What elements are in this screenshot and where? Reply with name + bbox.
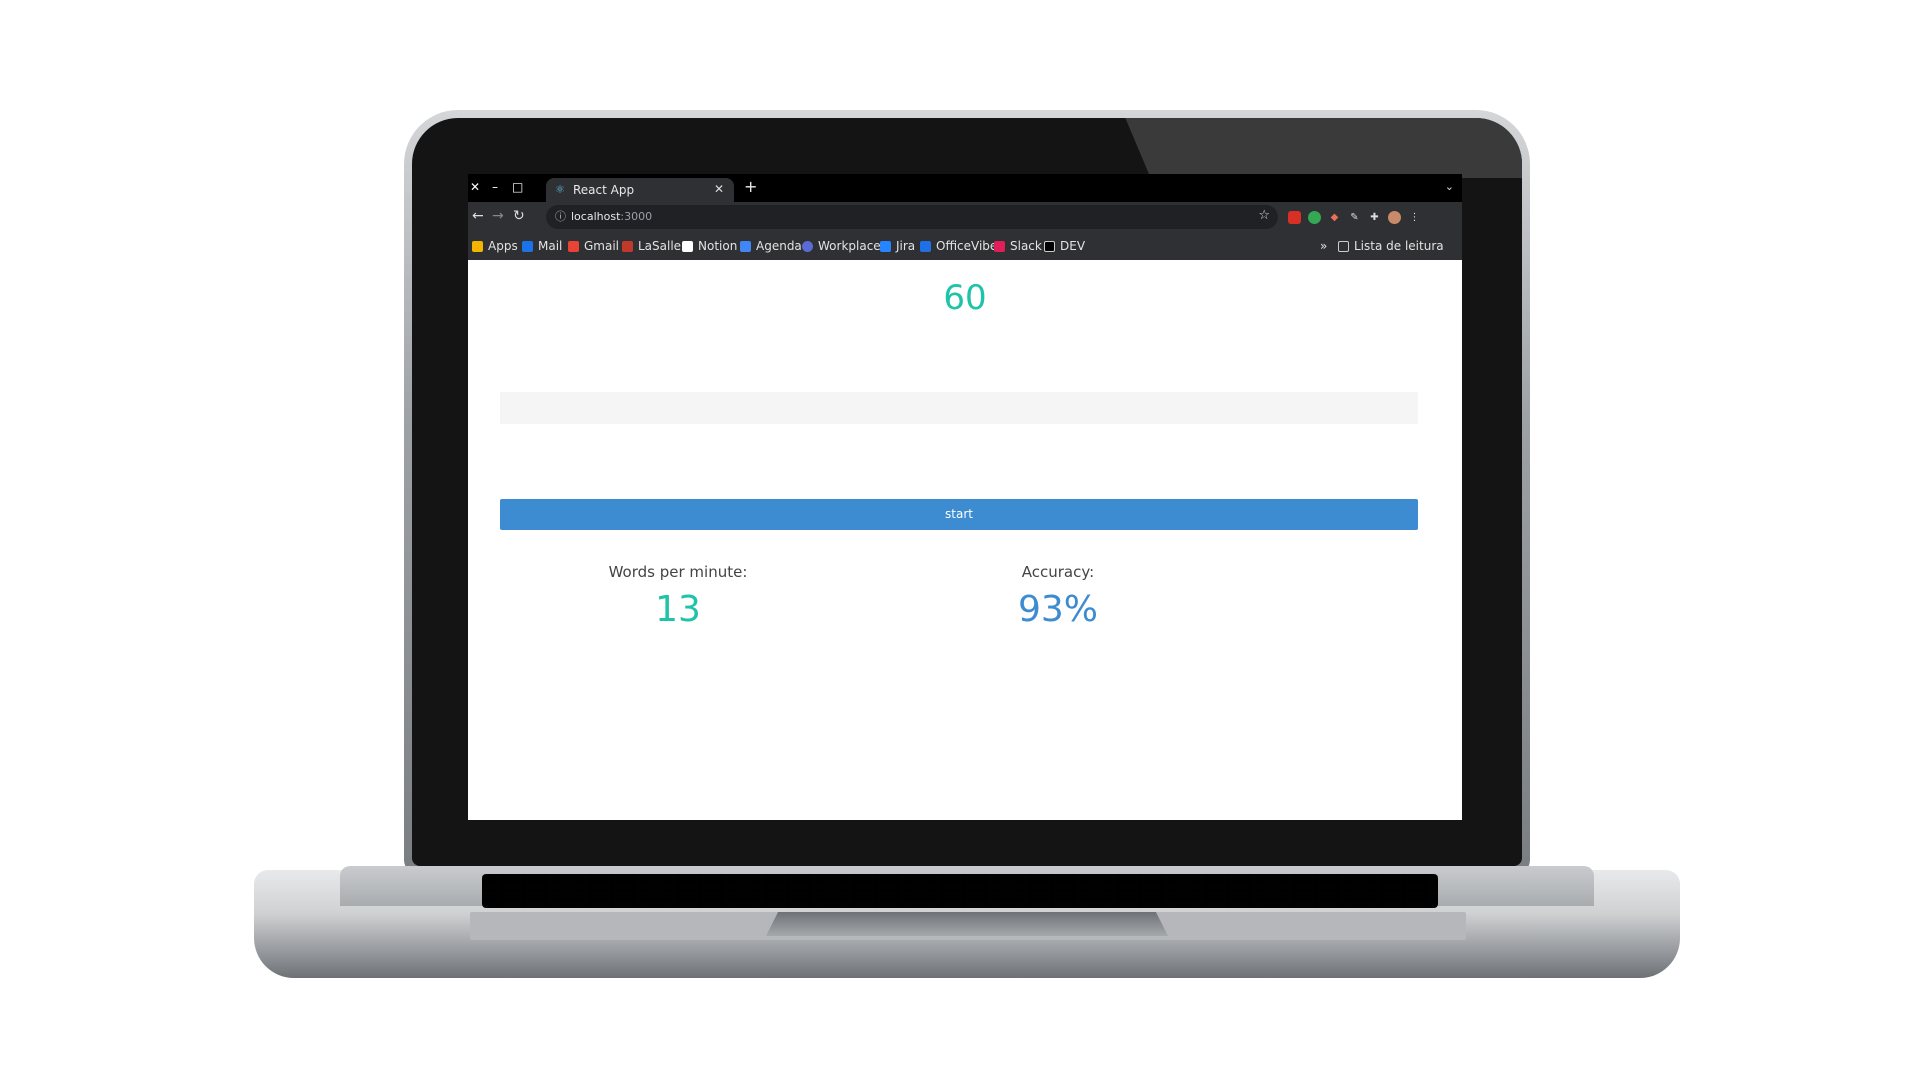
extension-arrow-icon[interactable]: ◆ xyxy=(1328,211,1341,224)
react-logo-icon: ⚛ xyxy=(555,183,565,196)
star-icon[interactable]: ☆ xyxy=(1258,208,1270,224)
chevron-down-icon[interactable]: ⌄ xyxy=(1445,178,1454,196)
title-bar: ✕ – □ ⚛ React App ✕ + ⌄ xyxy=(468,174,1462,202)
bookmark-lasalle[interactable]: LaSalle xyxy=(622,238,681,254)
bookmark-label: Apps xyxy=(488,239,518,253)
address-host: localhost xyxy=(571,210,621,223)
workplace-icon xyxy=(802,240,813,252)
browser-toolbar: ← → ↻ ⓘ localhost:3000 ☆ ◆ ✎ ✚ ⋮ xyxy=(468,202,1462,232)
calendar-icon xyxy=(740,240,751,252)
bookmarks-overflow-button[interactable]: » xyxy=(1320,238,1327,254)
lasalle-icon xyxy=(622,240,633,252)
bookmark-label: OfficeVibe xyxy=(936,239,998,253)
bookmark-label: Slack xyxy=(1010,239,1042,253)
bookmark-label: DEV xyxy=(1060,239,1086,253)
extension-pen-icon[interactable]: ✎ xyxy=(1348,211,1361,224)
wpm-label: Words per minute: xyxy=(608,563,748,581)
bookmark-notion[interactable]: Notion xyxy=(682,238,737,254)
bookmark-agenda[interactable]: Agenda xyxy=(740,238,802,254)
bookmark-apps[interactable]: Apps xyxy=(472,238,518,254)
extensions-puzzle-icon[interactable]: ✚ xyxy=(1368,211,1381,224)
more-menu-icon[interactable]: ⋮ xyxy=(1408,211,1421,224)
bookmark-label: Mail xyxy=(538,239,563,253)
typing-input[interactable] xyxy=(500,392,1418,424)
bookmark-label: Notion xyxy=(698,239,738,253)
bookmark-dev[interactable]: DEV xyxy=(1044,238,1085,254)
tab-title: React App xyxy=(573,183,635,197)
dev-icon xyxy=(1044,240,1055,252)
bookmark-label: Jira xyxy=(896,239,916,253)
apps-grid-icon xyxy=(472,240,483,252)
extension-chrome-icon[interactable] xyxy=(1308,211,1321,224)
browser-window: ✕ – □ ⚛ React App ✕ + ⌄ ← → ↻ ⓘ localhos… xyxy=(468,174,1462,820)
officevibe-icon xyxy=(920,240,931,252)
window-close-button[interactable]: ✕ xyxy=(470,179,480,195)
back-arrow-icon[interactable]: ← xyxy=(472,208,484,224)
bezel-glare xyxy=(1125,118,1522,178)
gmail-icon xyxy=(568,240,579,252)
bookmark-slack[interactable]: Slack xyxy=(994,238,1042,254)
tab-react-app[interactable]: ⚛ React App ✕ xyxy=(546,178,734,202)
address-url: localhost:3000 xyxy=(571,210,652,224)
bookmark-workplace[interactable]: Workplace xyxy=(802,238,881,254)
bookmark-label: Workplace xyxy=(818,239,881,253)
countdown-timer: 60 xyxy=(943,278,987,318)
slack-icon xyxy=(994,240,1005,252)
laptop-trackpad xyxy=(766,912,1168,936)
tab-close-icon[interactable]: ✕ xyxy=(714,182,724,196)
window-maximize-button[interactable]: □ xyxy=(512,179,523,195)
new-tab-button[interactable]: + xyxy=(744,178,757,196)
accuracy-value: 93% xyxy=(1017,589,1098,630)
reading-list-icon xyxy=(1338,240,1349,252)
bookmark-label: Gmail xyxy=(584,239,620,253)
profile-avatar[interactable] xyxy=(1388,211,1401,224)
bookmarks-bar: Apps Mail Gmail LaSalle Notion Agenda Wo… xyxy=(468,232,1462,260)
bookmark-jira[interactable]: Jira xyxy=(880,238,915,254)
mail-icon xyxy=(522,240,533,252)
accuracy-label: Accuracy: xyxy=(1021,563,1095,581)
bookmark-officevibe[interactable]: OfficeVibe xyxy=(920,238,997,254)
bookmark-gmail[interactable]: Gmail xyxy=(568,238,619,254)
jira-icon xyxy=(880,240,891,252)
reading-list-button[interactable]: Lista de leitura xyxy=(1338,238,1444,254)
address-bar[interactable]: ⓘ localhost:3000 ☆ xyxy=(546,205,1278,229)
window-minimize-button[interactable]: – xyxy=(492,179,498,195)
laptop-keyboard xyxy=(482,874,1438,908)
bookmark-mail[interactable]: Mail xyxy=(522,238,562,254)
notion-icon xyxy=(682,240,693,252)
address-port: :3000 xyxy=(620,210,653,223)
info-icon[interactable]: ⓘ xyxy=(555,209,566,225)
reload-icon[interactable]: ↻ xyxy=(513,208,525,224)
bookmark-label: LaSalle xyxy=(638,239,682,253)
extension-red-icon[interactable] xyxy=(1288,211,1301,224)
forward-arrow-icon[interactable]: → xyxy=(492,208,504,224)
bookmark-label: Agenda xyxy=(756,239,802,253)
reading-list-label: Lista de leitura xyxy=(1354,239,1444,253)
start-button[interactable]: start xyxy=(500,499,1418,530)
wpm-value: 13 xyxy=(655,589,701,630)
